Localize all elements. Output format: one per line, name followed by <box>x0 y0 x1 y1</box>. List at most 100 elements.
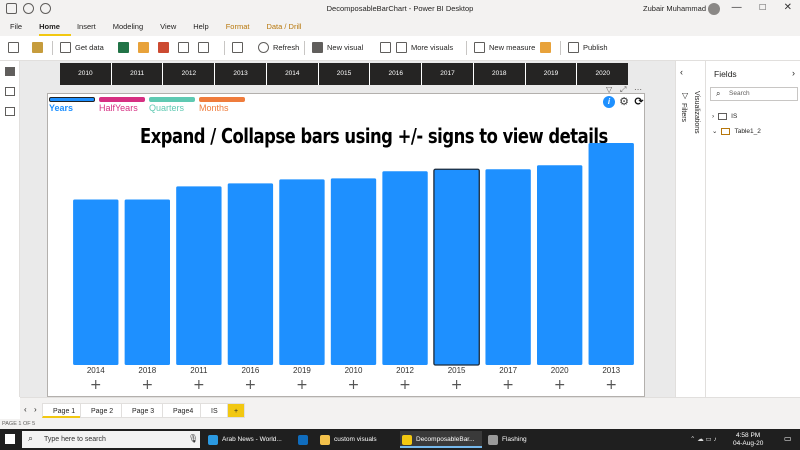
windows-start-icon[interactable] <box>5 434 15 444</box>
filters-pane-collapsed[interactable]: ‹ ▽ Visualizations Filters <box>676 61 706 419</box>
bar-2015[interactable] <box>433 168 480 366</box>
taskbar-app-edge[interactable]: Arab News - World... <box>206 431 294 448</box>
avatar[interactable] <box>708 3 720 15</box>
dataset-icon[interactable] <box>138 42 149 53</box>
expand-button[interactable]: + <box>502 377 514 393</box>
menu-view[interactable]: View <box>160 18 187 36</box>
tab-page-2[interactable]: Page 2 <box>80 403 125 418</box>
new-measure-button[interactable]: New measure <box>474 42 535 53</box>
expand-button[interactable]: + <box>193 377 205 393</box>
category-label: 2019 <box>293 366 311 375</box>
year-chip[interactable]: 2015 <box>318 63 370 85</box>
bar-2013[interactable] <box>588 143 634 365</box>
model-view-icon[interactable] <box>5 107 15 116</box>
year-chip[interactable]: 2012 <box>163 63 215 85</box>
year-chip[interactable]: 2010 <box>60 63 111 85</box>
refresh-button[interactable]: Refresh <box>258 42 299 53</box>
year-chip[interactable]: 2019 <box>525 63 577 85</box>
expand-button[interactable]: + <box>348 377 360 393</box>
expand-button[interactable]: + <box>554 377 566 393</box>
tab-is[interactable]: IS <box>200 403 229 418</box>
taskbar-app-powerbi[interactable]: DecomposableBar... <box>400 431 482 448</box>
expand-button[interactable]: + <box>296 377 308 393</box>
fields-search-input[interactable]: Search <box>710 87 798 101</box>
expand-button[interactable]: + <box>90 377 102 393</box>
bar-2017[interactable] <box>485 169 531 365</box>
publish-button[interactable]: Publish <box>568 42 608 53</box>
expand-button[interactable]: + <box>245 377 257 393</box>
data-view-icon[interactable] <box>5 87 15 96</box>
year-chip[interactable]: 2014 <box>266 63 318 85</box>
bar-2016[interactable] <box>227 183 274 365</box>
year-chip[interactable]: 2018 <box>473 63 525 85</box>
bar-2011[interactable] <box>176 186 222 365</box>
enter-data-icon[interactable] <box>178 42 189 53</box>
transform-data-icon[interactable] <box>232 42 243 53</box>
bar-2014[interactable] <box>73 199 119 365</box>
sql-icon[interactable] <box>158 42 169 53</box>
bar-2018[interactable] <box>124 199 170 365</box>
microphone-icon[interactable]: 🎙 <box>188 434 198 443</box>
clock-time[interactable]: 4:58 PM <box>736 432 760 439</box>
category-label: 2014 <box>87 366 105 375</box>
filters-pane-label[interactable]: Filters <box>680 103 687 122</box>
taskbar-app-explorer[interactable]: custom visuals <box>318 431 396 448</box>
year-chip[interactable]: 2017 <box>422 63 473 85</box>
notifications-icon[interactable]: ▭ <box>784 434 792 443</box>
tab-page-3[interactable]: Page 3 <box>121 403 166 418</box>
clock-date[interactable]: 04-Aug-20 <box>733 440 763 447</box>
minimize-button[interactable]: — <box>732 2 742 13</box>
excel-icon[interactable] <box>118 42 129 53</box>
year-chip[interactable]: 2020 <box>577 63 629 85</box>
text-box-icon[interactable] <box>380 42 391 53</box>
get-data-button[interactable]: Get data <box>60 42 104 53</box>
publish-icon <box>568 42 579 53</box>
collapse-right-icon[interactable]: › <box>792 68 795 78</box>
window-icon <box>488 435 498 445</box>
expand-button[interactable]: + <box>451 377 463 393</box>
year-chip[interactable]: 2013 <box>215 63 266 85</box>
report-view-icon[interactable] <box>5 67 15 76</box>
menu-insert[interactable]: Insert <box>77 18 107 36</box>
format-painter-icon[interactable] <box>32 42 43 53</box>
collapse-left-icon[interactable]: ‹ <box>680 67 683 77</box>
next-page-icon[interactable]: › <box>34 405 37 414</box>
year-chip[interactable]: 2016 <box>370 63 422 85</box>
taskbar-app-outlook[interactable] <box>296 431 314 448</box>
category-label: 2011 <box>190 366 208 375</box>
menu-format[interactable]: Format <box>226 18 261 36</box>
tab-page-4[interactable]: Page4 <box>162 403 205 418</box>
new-visual-button[interactable]: New visual <box>312 42 363 53</box>
visualizations-pane-label[interactable]: Visualizations <box>693 91 700 134</box>
chevron-down-icon: ⌄ <box>712 128 718 135</box>
bar-2012[interactable] <box>382 171 428 365</box>
bar-2010[interactable] <box>330 178 377 365</box>
taskbar-search-input[interactable]: Type here to search <box>22 431 200 448</box>
year-chip[interactable]: 2011 <box>111 63 163 85</box>
expand-button[interactable]: + <box>141 377 153 393</box>
prev-page-icon[interactable]: ‹ <box>24 405 27 414</box>
system-tray-icons[interactable]: ⌃ ☁ ▭ ♪ <box>690 435 717 443</box>
maximize-button[interactable]: □ <box>760 2 766 13</box>
menu-home[interactable]: Home <box>39 18 71 36</box>
outlook-icon <box>298 435 308 445</box>
expand-button[interactable]: + <box>399 377 411 393</box>
menu-data-drill[interactable]: Data / Drill <box>266 18 312 36</box>
menu-file[interactable]: File <box>10 18 33 36</box>
recent-sources-icon[interactable] <box>198 42 209 53</box>
menu-help[interactable]: Help <box>193 18 219 36</box>
field-table-is[interactable]: › IS <box>712 113 737 120</box>
expand-button[interactable]: + <box>605 377 617 393</box>
menu-modeling[interactable]: Modeling <box>113 18 154 36</box>
add-page-button[interactable]: + <box>227 403 246 418</box>
category-label: 2016 <box>242 366 260 375</box>
field-table-table1-2[interactable]: ⌄ Table1_2 <box>712 127 761 135</box>
category-label: 2020 <box>551 366 569 375</box>
bar-2020[interactable] <box>537 165 583 365</box>
quick-measure-icon[interactable] <box>540 42 551 53</box>
paste-icon[interactable] <box>8 42 19 53</box>
more-visuals-button[interactable]: More visuals <box>396 42 453 53</box>
taskbar-app-flashing[interactable]: Flashing <box>486 431 550 448</box>
bar-2019[interactable] <box>279 179 325 365</box>
close-button[interactable]: ✕ <box>784 2 792 13</box>
